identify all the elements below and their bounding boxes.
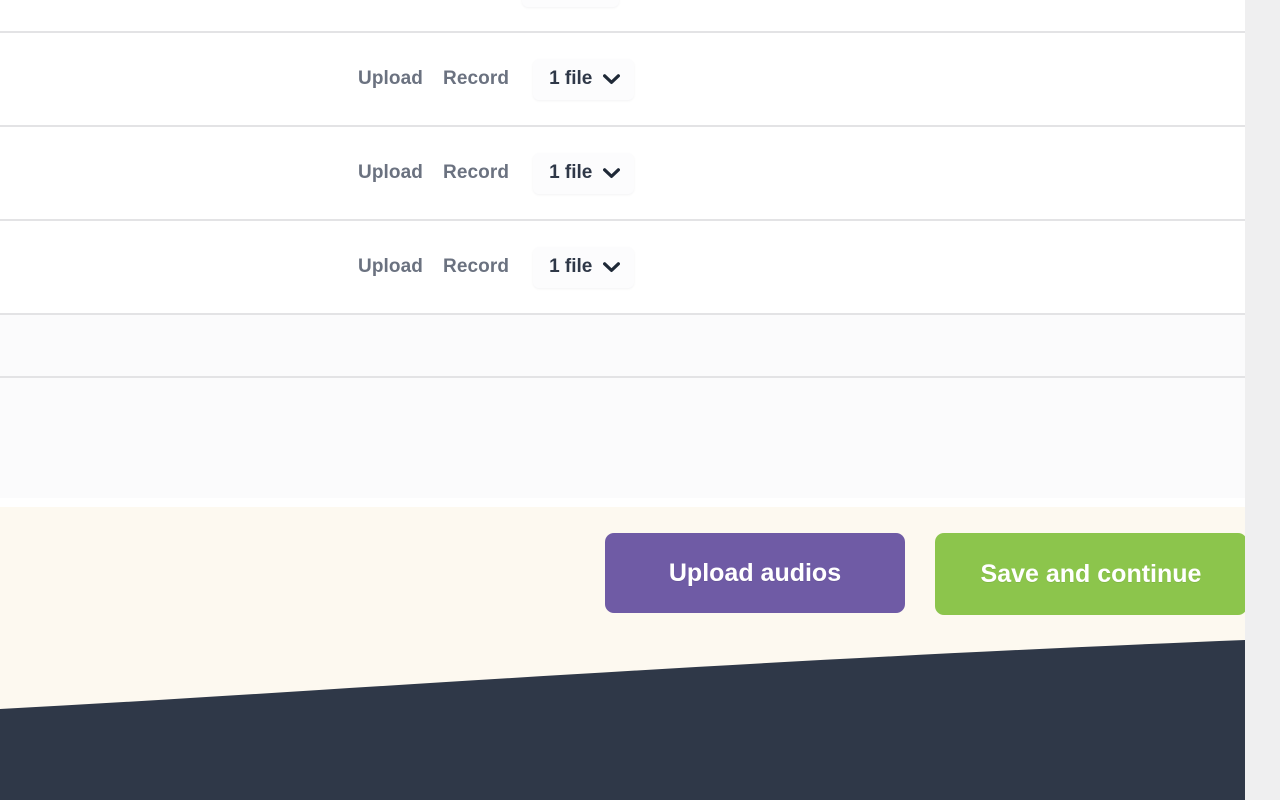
- action-bar: Upload audios Save and continue: [0, 507, 1245, 800]
- file-count-select[interactable]: 1 file: [533, 58, 635, 100]
- save-and-continue-button[interactable]: Save and continue: [935, 533, 1245, 615]
- table-row: Upload Record 1 file: [0, 33, 1245, 125]
- file-count-label: 1 file: [549, 256, 593, 277]
- chevron-down-icon: [603, 167, 621, 179]
- page-content: Upload Record 1 file Upload Record 1 fil…: [0, 0, 1245, 800]
- chevron-down-icon: [603, 73, 621, 85]
- upload-rows-region: Upload Record 1 file Upload Record 1 fil…: [0, 0, 1245, 508]
- record-link[interactable]: Record: [443, 256, 509, 278]
- file-count-label: 1 file: [549, 68, 593, 89]
- upload-link[interactable]: Upload: [358, 162, 423, 184]
- upload-audios-button[interactable]: Upload audios: [605, 533, 905, 613]
- record-link[interactable]: Record: [443, 162, 509, 184]
- file-count-label: 1 file: [549, 162, 593, 183]
- table-footer-band: [0, 315, 1245, 376]
- table-row: Upload Record 1 file: [0, 127, 1245, 219]
- file-count-select[interactable]: 1 file: [533, 152, 635, 194]
- chevron-down-icon: [603, 261, 621, 273]
- table-empty-area: [0, 378, 1245, 498]
- upload-link[interactable]: Upload: [358, 256, 423, 278]
- vertical-scrollbar[interactable]: [1245, 0, 1280, 800]
- record-link[interactable]: Record: [443, 68, 509, 90]
- file-count-select[interactable]: 1 file: [533, 246, 635, 288]
- action-button-group: Upload audios Save and continue: [0, 533, 1245, 623]
- upload-row-partial-top: [0, 0, 1245, 31]
- table-row: Upload Record 1 file: [0, 221, 1245, 313]
- upload-link[interactable]: Upload: [358, 68, 423, 90]
- file-count-select-clipped[interactable]: [522, 0, 619, 7]
- footer-wave-decoration: [0, 640, 1245, 800]
